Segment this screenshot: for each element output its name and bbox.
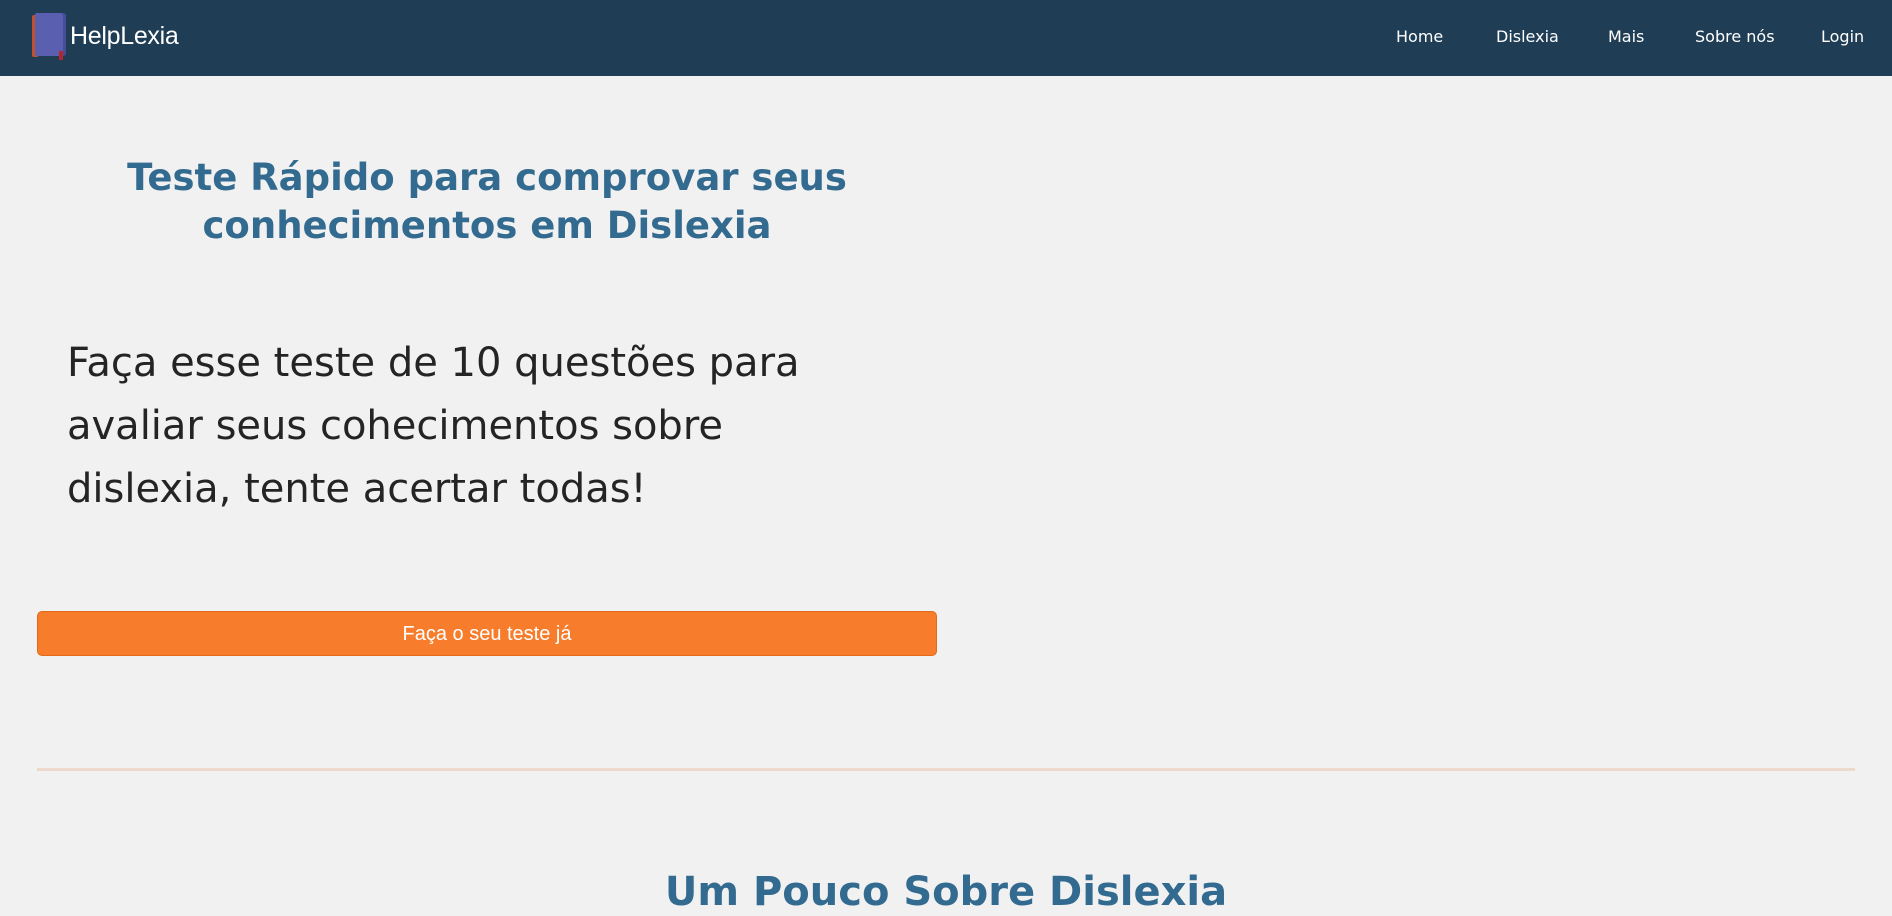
nav-item-login[interactable]: Login: [1821, 27, 1864, 46]
section-title: Um Pouco Sobre Dislexia: [664, 869, 1228, 915]
nav-item-sobre-nos[interactable]: Sobre nós: [1695, 27, 1775, 46]
brand-logo-link[interactable]: HelpLexia: [32, 12, 179, 60]
book-ribbon: [59, 51, 63, 60]
nav-item-home[interactable]: Home: [1396, 27, 1443, 46]
nav-item-mais[interactable]: Mais: [1608, 27, 1644, 46]
section-divider: [37, 768, 1855, 771]
book-icon: [32, 13, 68, 60]
brand-name: HelpLexia: [70, 21, 179, 50]
nav-item-dislexia[interactable]: Dislexia: [1496, 27, 1559, 46]
hero-description: Faça esse teste de 10 questões para aval…: [67, 332, 867, 521]
book-cover: [35, 13, 66, 56]
hero-text-line-1: Faça esse teste de 10 questões para: [67, 340, 800, 386]
hero-title: Teste Rápido para comprovar seus conheci…: [60, 154, 914, 250]
top-navbar: HelpLexia Home Dislexia Mais Sobre nós L…: [0, 0, 1892, 76]
start-test-button[interactable]: Faça o seu teste já: [37, 611, 937, 656]
hero-text-line-3: dislexia, tente acertar todas!: [67, 466, 647, 512]
hero-text-line-2: avaliar seus cohecimentos sobre: [67, 403, 723, 449]
hero-title-line-1: Teste Rápido para comprovar seus: [127, 156, 847, 199]
hero-title-line-2: conhecimentos em Dislexia: [202, 204, 772, 247]
